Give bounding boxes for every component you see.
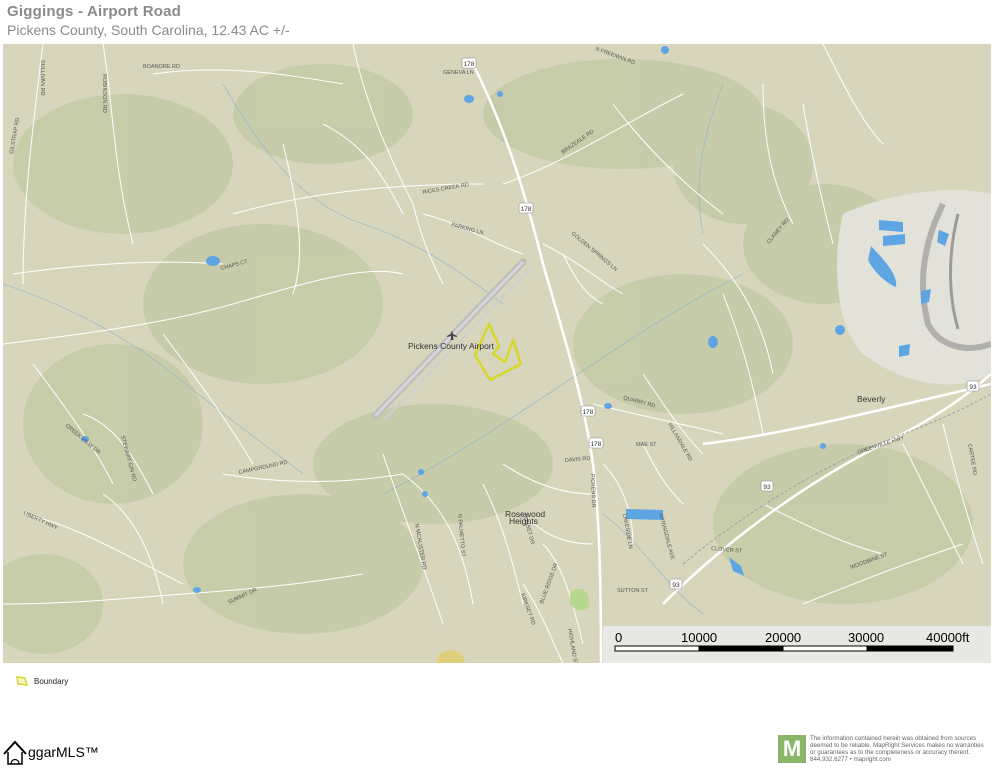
scale-bar: 0 10000 20000 30000 40000ft xyxy=(603,626,991,663)
road-label: GENEVA LN xyxy=(443,70,474,76)
shield-178-d: 178 xyxy=(591,441,602,448)
road-label: PICKENS DR xyxy=(589,474,596,508)
scale-segment xyxy=(698,645,784,652)
scale-segment xyxy=(782,645,868,652)
road-label: KIRKSEY RD xyxy=(519,593,536,626)
road-label: SULLIVAN RD xyxy=(39,60,45,96)
town-label: Beverly xyxy=(857,394,886,404)
forest-areas xyxy=(3,59,973,654)
boundary-swatch-icon xyxy=(16,676,28,686)
shield-178-a: 178 xyxy=(464,61,475,68)
legend-label: Boundary xyxy=(34,676,69,686)
road-label: HIGHLAND ST xyxy=(566,628,578,663)
quarry-area xyxy=(837,190,991,385)
road-label: GOLDEN SPRINGS LN xyxy=(570,231,618,273)
shield-93-b: 93 xyxy=(763,484,771,491)
road-label: CARTEE RD xyxy=(966,443,977,475)
road-label: MAE ST xyxy=(636,442,657,448)
legend: Boundary xyxy=(16,676,68,686)
park-area xyxy=(569,588,590,611)
brand-name: ggarMLS™ xyxy=(28,744,99,760)
shield-178-b: 178 xyxy=(521,206,532,213)
property-boundary xyxy=(473,322,523,382)
road-label: SPRINGDALE AVE xyxy=(657,513,675,561)
brand-house-icon xyxy=(3,740,27,765)
road-label: SUTTON ST xyxy=(617,588,649,594)
disclaimer-text: The information contained herein was obt… xyxy=(810,735,984,763)
road-label: HILLANDALE RD xyxy=(666,422,693,462)
shield-93-a: 93 xyxy=(969,384,977,391)
disclaimer: M The information contained herein was o… xyxy=(778,735,990,763)
road-label: PARKING LN xyxy=(450,222,483,236)
road-label: DAVIS RD xyxy=(565,456,591,464)
scale-segment xyxy=(866,645,954,652)
shield-178-c: 178 xyxy=(583,409,594,416)
brand-logo: ggarMLS™ xyxy=(2,738,99,766)
road-label: ROBINSON RD xyxy=(101,74,107,113)
airport-label: Pickens County Airport xyxy=(408,341,495,351)
mapright-logo-icon: M xyxy=(778,735,806,763)
map-canvas[interactable]: 178 178 178 178 93 93 93 BOANORE RD SULL… xyxy=(3,44,991,663)
map-subtitle: Pickens County, South Carolina, 12.43 AC… xyxy=(7,22,290,38)
shield-93-c: 93 xyxy=(672,582,680,589)
neighborhood-label-2: Heights xyxy=(509,516,538,526)
road-label: BLUE RIDGE DR xyxy=(539,562,559,604)
map-title: Giggings - Airport Road xyxy=(7,3,182,20)
road-label: LIBERTY HWY xyxy=(22,510,58,531)
road-label: CAMPGROUND RD xyxy=(238,460,288,476)
road-label: BOANORE RD xyxy=(143,64,180,70)
scale-segment xyxy=(614,645,700,652)
park-area-2 xyxy=(437,650,465,663)
